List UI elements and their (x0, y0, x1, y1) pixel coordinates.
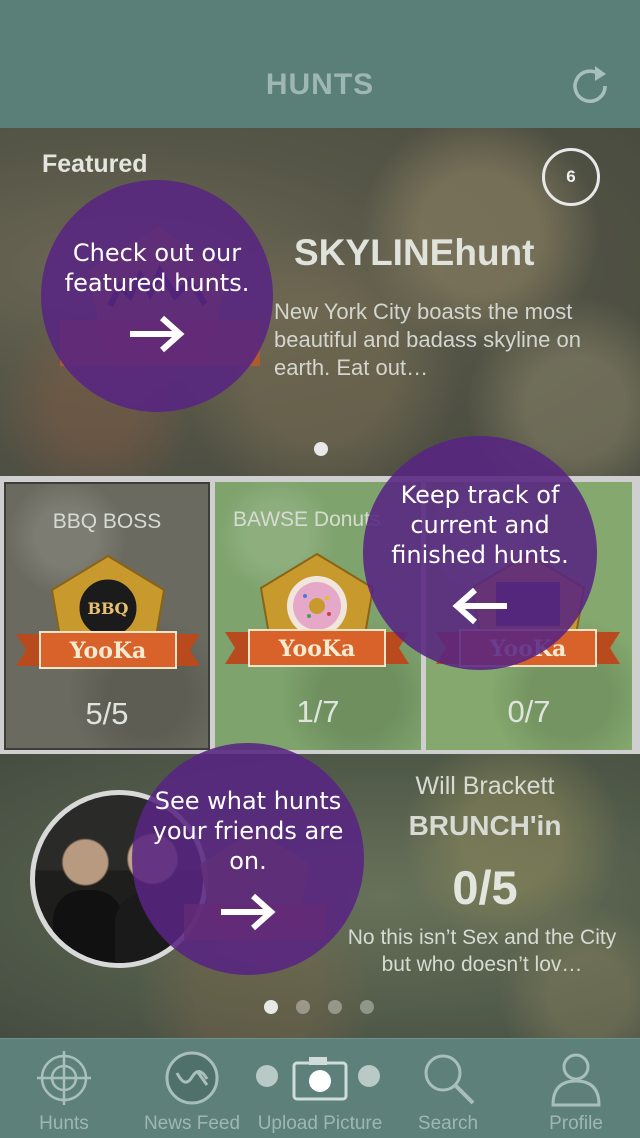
hunt-card-bbq-boss[interactable]: BBQ BOSS BBQ YooKa 5/5 (4, 482, 210, 750)
hunt-card-title: BAWSE Donuts (233, 508, 381, 531)
tab-label: Profile (549, 1113, 603, 1134)
tab-hunts[interactable]: Hunts (0, 1039, 128, 1138)
tab-bar: Hunts News Feed Upload Picture Search Pr… (0, 1038, 640, 1138)
featured-label: Featured (42, 150, 148, 178)
refresh-icon[interactable] (568, 62, 612, 106)
camera-icon (292, 1057, 348, 1101)
featured-hunt-description: New York City boasts the most beautiful … (274, 299, 581, 380)
tab-upload-picture[interactable]: Upload Picture (256, 1039, 384, 1138)
hunt-card-progress: 0/7 (507, 694, 551, 729)
tooltip-friends-text: See what hunts your friends are on. (152, 787, 344, 875)
featured-page-indicator (314, 442, 328, 456)
featured-count-badge: 6 (542, 148, 600, 206)
svg-text:YooKa: YooKa (278, 636, 356, 662)
tooltip-track-text: Keep track of current and finished hunts… (391, 481, 569, 569)
friend-page-indicator (264, 1000, 374, 1014)
tooltip-featured-text: Check out our featured hunts. (64, 239, 250, 297)
page-dot (296, 1000, 310, 1014)
friend-hunt-progress: 0/5 (452, 861, 518, 914)
crosshair-icon (37, 1051, 91, 1105)
avatar-person-left (53, 890, 123, 963)
friend-hunt-description: No this isn’t Sex and the City but who d… (347, 926, 617, 976)
yooka-logo-icon (165, 1051, 219, 1105)
tab-label: News Feed (143, 1113, 241, 1134)
tab-search[interactable]: Search (384, 1039, 512, 1138)
tab-label: Search (417, 1113, 479, 1134)
camera-dot-left (256, 1065, 278, 1087)
hunt-card-title: BBQ BOSS (52, 510, 162, 533)
page-dot (360, 1000, 374, 1014)
camera-dot-right (358, 1065, 380, 1087)
header-bar: HUNTS (0, 0, 640, 128)
tooltip-featured[interactable]: Check out our featured hunts. (41, 180, 273, 412)
tooltip-track[interactable]: Keep track of current and finished hunts… (363, 436, 597, 670)
arrow-left-icon (452, 587, 507, 625)
page-dot (328, 1000, 342, 1014)
tab-label: Upload Picture (257, 1113, 383, 1134)
svg-text:BBQ: BBQ (88, 599, 129, 618)
page-dot-active (264, 1000, 278, 1014)
featured-hunt-title: SKYLINEhunt (294, 232, 535, 273)
arrow-right-icon (221, 893, 276, 931)
tab-label: Hunts (39, 1113, 89, 1134)
friend-hunt-title: BRUNCH'in (408, 810, 562, 841)
tooltip-friends[interactable]: See what hunts your friends are on. (132, 743, 364, 975)
page-title: HUNTS (265, 68, 375, 101)
tab-profile[interactable]: Profile (512, 1039, 640, 1138)
arrow-right-icon (130, 315, 185, 353)
bbq-badge-icon: BBQ YooKa (16, 554, 200, 669)
friend-name: Will Brackett (415, 772, 555, 800)
search-icon (424, 1054, 475, 1105)
person-icon (551, 1053, 601, 1107)
hunt-card-progress: 1/7 (296, 694, 340, 729)
tab-news-feed[interactable]: News Feed (128, 1039, 256, 1138)
hunt-card-progress: 5/5 (85, 696, 129, 731)
svg-text:YooKa: YooKa (69, 638, 147, 664)
